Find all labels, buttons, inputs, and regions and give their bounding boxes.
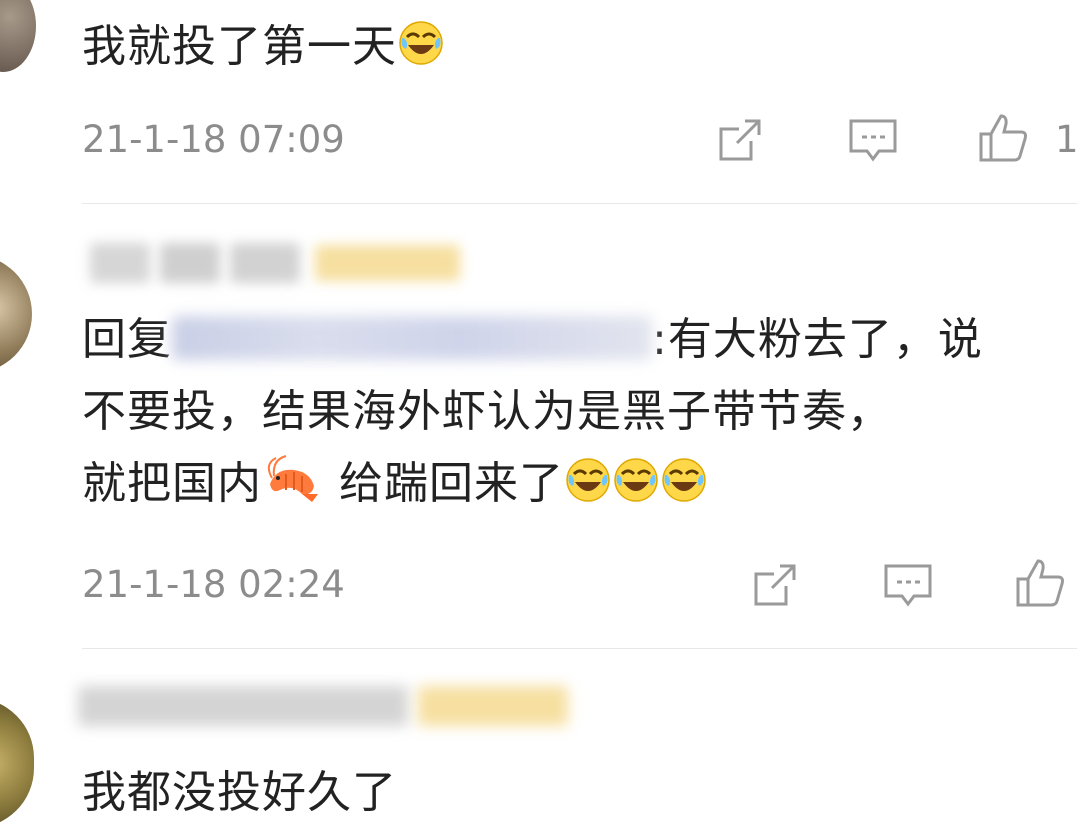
shrimp-emoji [267, 455, 318, 502]
repost-button[interactable] [712, 112, 768, 168]
comment-text-content: 我就投了第一天 [82, 21, 397, 72]
thumbs-up-icon [1016, 559, 1064, 607]
repost-icon [754, 564, 796, 606]
blur-block [230, 243, 300, 283]
avatar[interactable] [0, 0, 36, 72]
reply-prefix: 回复 [82, 314, 172, 365]
comment-item: 回复 :有大粉去了，说 不要投，结果海外虾认为是黑子带节奏， 就把国内 给踹回来了… [0, 205, 1077, 650]
comment-item: 我都没投好久了 [0, 650, 1077, 838]
username-blurred[interactable] [90, 235, 490, 289]
like-button[interactable] [975, 110, 1031, 166]
laugh-cry-emoji [399, 21, 443, 65]
reply-target-blurred[interactable] [172, 316, 652, 360]
blur-block [315, 245, 460, 281]
reply-button[interactable] [845, 112, 901, 168]
comment-timestamp: 21-1-18 07:09 [82, 118, 345, 161]
divider [82, 203, 1077, 204]
divider [82, 648, 1077, 649]
comment-text-content: :有大粉去了，说 [652, 314, 983, 365]
laugh-cry-emoji [662, 458, 706, 502]
laugh-cry-emoji [566, 458, 610, 502]
thumbs-up-icon [979, 114, 1027, 162]
comment-text-content: 就把国内 [82, 458, 262, 509]
like-button[interactable] [1012, 555, 1068, 611]
comment-text-content: 我都没投好久了 [82, 767, 397, 818]
comment-text: 我就投了第一天 [82, 12, 445, 82]
comment-text-line: 不要投，结果海外虾认为是黑子带节奏， [82, 377, 892, 447]
blur-block [90, 243, 150, 283]
blur-block [418, 686, 568, 726]
reply-button[interactable] [880, 557, 936, 613]
comment-item: 我就投了第一天 21-1-18 07:09 1 [0, 0, 1077, 205]
laugh-cry-emoji [614, 458, 658, 502]
comment-text-line: 回复 :有大粉去了，说 [82, 305, 983, 375]
avatar[interactable] [0, 255, 32, 373]
blur-block [78, 686, 408, 726]
comment-icon [884, 564, 932, 607]
repost-button[interactable] [747, 557, 803, 613]
username-blurred[interactable] [78, 678, 588, 732]
comment-text-content: 给踹回来了 [339, 458, 564, 509]
comment-text-line: 就把国内 给踹回来了 [82, 449, 708, 519]
comment-text-content: 不要投，结果海外虾认为是黑子带节奏， [82, 386, 892, 437]
like-count: 1 [1055, 118, 1077, 161]
comment-text: 我都没投好久了 [82, 758, 397, 828]
comment-timestamp: 21-1-18 02:24 [82, 563, 345, 606]
avatar[interactable] [0, 698, 34, 828]
repost-icon [719, 119, 761, 161]
blur-block [160, 243, 220, 283]
comment-icon [849, 119, 897, 162]
